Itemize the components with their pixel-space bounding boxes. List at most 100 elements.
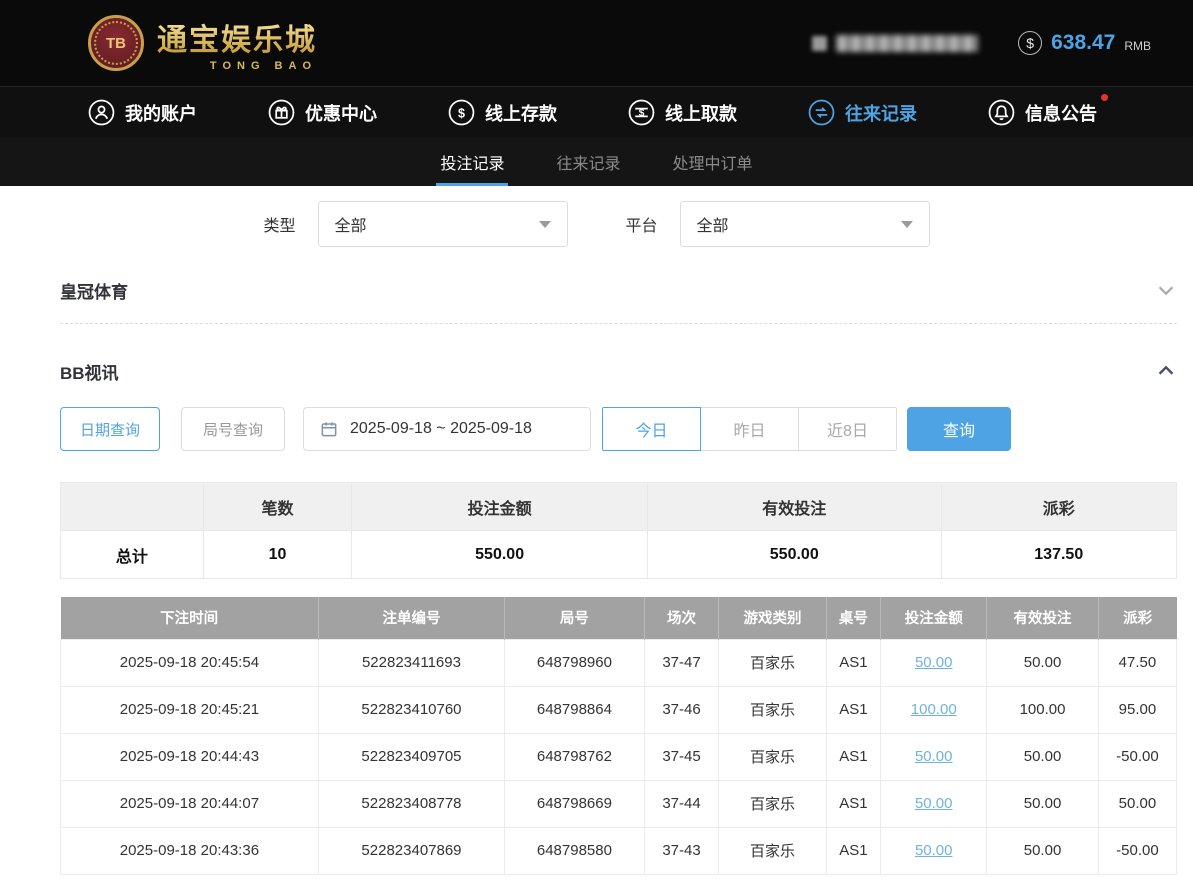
today-button[interactable]: 今日 — [602, 407, 701, 451]
brand-badge-icon: TB — [88, 15, 144, 71]
withdraw-icon: $ — [628, 99, 655, 126]
section-title: BB视讯 — [60, 363, 119, 383]
nav-item-my-account[interactable]: 我的账户 — [88, 99, 197, 126]
balance-currency: RMB — [1124, 38, 1151, 53]
round-query-button[interactable]: 局号查询 — [181, 407, 285, 451]
nav-item-promotions[interactable]: 优惠中心 — [268, 99, 377, 126]
summary-header-payout: 派彩 — [940, 482, 1177, 531]
bet-amount-link[interactable]: 50.00 — [915, 654, 953, 671]
cell-table: AS1 — [825, 779, 882, 828]
cell-order: 522823411693 — [317, 638, 506, 687]
table-row: 2025-09-18 20:44:43 522823409705 6487987… — [60, 732, 1178, 781]
record-tabs: 投注记录 往来记录 处理中订单 — [0, 138, 1193, 186]
col-bet: 投注金额 — [880, 597, 988, 639]
brand-name: 通宝娱乐城 — [157, 15, 317, 59]
bet-amount-link[interactable]: 100.00 — [911, 701, 957, 718]
cell-round: 648798864 — [504, 685, 645, 734]
col-round: 局号 — [504, 597, 645, 639]
section-crown-sports[interactable]: 皇冠体育 — [60, 273, 1177, 307]
cell-round: 648798669 — [504, 779, 645, 828]
cell-game: 百家乐 — [718, 685, 827, 734]
bet-records-table: 下注时间 注单编号 局号 场次 游戏类别 桌号 投注金额 有效投注 派彩 202… — [60, 597, 1178, 875]
cell-valid: 50.00 — [986, 638, 1099, 687]
summary-table: 笔数 投注金额 有效投注 派彩 总计 10 550.00 550.00 137.… — [60, 482, 1177, 579]
cell-session: 37-45 — [643, 732, 720, 781]
cell-valid: 50.00 — [986, 826, 1099, 875]
cell-payout: 47.50 — [1097, 638, 1178, 687]
quick-range-group: 今日 昨日 近8日 — [602, 407, 897, 451]
summary-total-valid: 550.00 — [647, 530, 942, 579]
cell-valid: 50.00 — [986, 732, 1099, 781]
nav-item-deposit[interactable]: $ 线上存款 — [448, 99, 557, 126]
brand-logo[interactable]: TB 通宝娱乐城 TONG BAO — [88, 15, 317, 72]
bet-amount-link[interactable]: 50.00 — [915, 795, 953, 812]
summary-total-label: 总计 — [60, 530, 204, 579]
brand-text: 通宝娱乐城 TONG BAO — [157, 15, 317, 72]
nav-item-withdraw[interactable]: $ 线上取款 — [628, 99, 737, 126]
section-bb-video[interactable]: BB视讯 — [60, 354, 1177, 388]
table-row: 2025-09-18 20:45:54 522823411693 6487989… — [60, 638, 1178, 687]
platform-select-value: 全部 — [696, 218, 729, 235]
bet-amount-link[interactable]: 50.00 — [915, 748, 953, 765]
tab-bet-records[interactable]: 投注记录 — [436, 138, 509, 186]
summary-header-row: 笔数 投注金额 有效投注 派彩 — [60, 482, 1177, 531]
cell-time: 2025-09-18 20:44:43 — [60, 732, 319, 781]
nav-label: 往来记录 — [845, 103, 917, 124]
date-range-input[interactable]: 2025-09-18 ~ 2025-09-18 — [303, 407, 591, 451]
table-row: 2025-09-18 20:44:07 522823408778 6487986… — [60, 779, 1178, 828]
nav-label: 信息公告 — [1025, 103, 1097, 124]
table-row: 2025-09-18 20:45:21 522823410760 6487988… — [60, 685, 1178, 734]
cell-session: 37-47 — [643, 638, 720, 687]
chevron-down-icon — [538, 220, 551, 228]
col-valid: 有效投注 — [986, 597, 1099, 639]
col-game: 游戏类别 — [718, 597, 827, 639]
chevron-down-icon — [900, 220, 913, 228]
last-8-days-button[interactable]: 近8日 — [798, 407, 897, 451]
summary-header-blank — [60, 482, 204, 531]
nav-item-transactions[interactable]: 往来记录 — [808, 99, 917, 126]
brand-badge-text: TB — [106, 34, 126, 52]
query-bar: 日期查询 局号查询 2025-09-18 ~ 2025-09-18 今日 昨日 … — [60, 407, 1177, 451]
bet-amount-link[interactable]: 50.00 — [915, 842, 953, 859]
cell-game: 百家乐 — [718, 826, 827, 875]
svg-text:$: $ — [458, 106, 465, 120]
cell-table: AS1 — [825, 685, 882, 734]
col-payout: 派彩 — [1098, 597, 1177, 639]
table-row: 2025-09-18 20:43:36 522823407869 6487985… — [60, 826, 1178, 875]
balance-display: $ 638.47 RMB — [1018, 31, 1151, 55]
date-query-button[interactable]: 日期查询 — [60, 407, 160, 451]
cell-session: 37-43 — [643, 826, 720, 875]
tab-transaction-records[interactable]: 往来记录 — [552, 138, 624, 186]
tab-pending-orders[interactable]: 处理中订单 — [669, 138, 757, 186]
section-title: 皇冠体育 — [60, 282, 128, 302]
cell-valid: 50.00 — [986, 779, 1099, 828]
chevron-down-icon[interactable] — [1155, 279, 1177, 301]
col-order: 注单编号 — [318, 597, 506, 639]
summary-total-row: 总计 10 550.00 550.00 137.50 — [60, 530, 1177, 579]
cell-session: 37-44 — [643, 779, 720, 828]
user-menu[interactable] — [812, 34, 979, 52]
summary-total-payout: 137.50 — [940, 530, 1177, 579]
search-button[interactable]: 查询 — [907, 407, 1011, 451]
main-nav: 我的账户 优惠中心 $ 线上存款 $ 线上取款 往来记录 信息公告 — [0, 86, 1193, 138]
cell-time: 2025-09-18 20:44:07 — [60, 779, 319, 828]
cell-payout: -50.00 — [1097, 826, 1178, 875]
platform-select[interactable]: 全部 — [679, 201, 930, 247]
user-icon — [88, 99, 115, 126]
col-time: 下注时间 — [60, 597, 319, 639]
cell-table: AS1 — [825, 732, 882, 781]
chevron-up-icon[interactable] — [1155, 360, 1177, 382]
balance-amount: 638.47 — [1051, 31, 1116, 54]
divider — [60, 323, 1177, 324]
cell-payout: 50.00 — [1097, 779, 1178, 828]
nav-item-announcements[interactable]: 信息公告 — [988, 94, 1108, 126]
cell-table: AS1 — [825, 826, 882, 875]
cell-time: 2025-09-18 20:43:36 — [60, 826, 319, 875]
yesterday-button[interactable]: 昨日 — [700, 407, 799, 451]
cell-game: 百家乐 — [718, 779, 827, 828]
cell-time: 2025-09-18 20:45:21 — [60, 685, 319, 734]
nav-label: 优惠中心 — [305, 103, 377, 124]
cell-game: 百家乐 — [718, 732, 827, 781]
cell-order: 522823408778 — [317, 779, 506, 828]
type-select[interactable]: 全部 — [317, 201, 568, 247]
